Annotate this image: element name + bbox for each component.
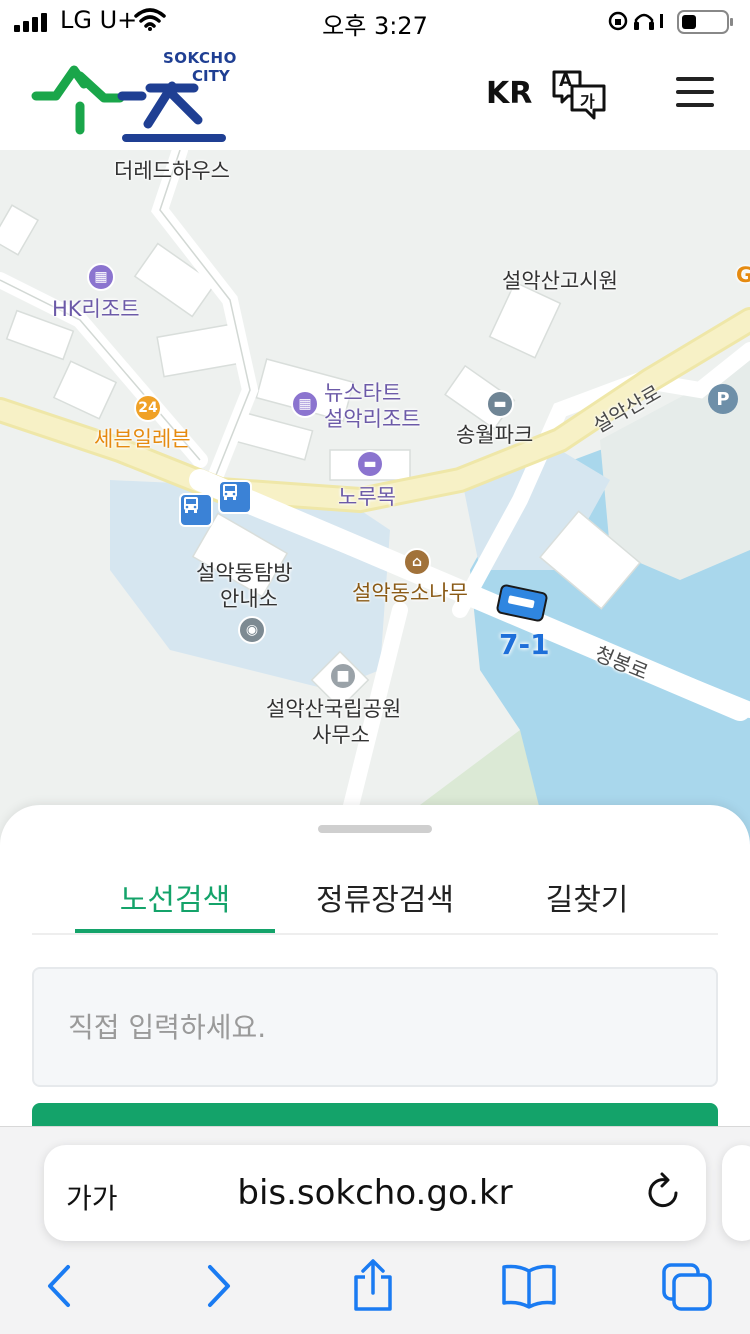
map-label-park-office-line1[interactable]: 설악산국립공원 — [266, 696, 401, 722]
map-label-hk-resort[interactable]: HK리조트 — [52, 296, 140, 322]
map-label-songwol-park[interactable]: 송월파크 — [456, 422, 533, 448]
bus-route-number[interactable]: 7-1 — [499, 628, 550, 661]
logo-sokcho-text: SOKCHO — [163, 49, 237, 67]
parking-icon[interactable]: P — [708, 384, 738, 414]
app-header: SOKCHO CITY KR A 가 — [0, 40, 750, 150]
map-label-tourist-info-line2[interactable]: 안내소 — [220, 586, 278, 612]
landmark-icon: ⌂ — [403, 548, 431, 576]
map-label-newstart-line1[interactable]: 뉴스타트 — [324, 380, 401, 406]
translate-icon[interactable]: A 가 — [550, 68, 608, 126]
map-label-seorak-sonamu[interactable]: 설악동소나무 — [352, 580, 468, 606]
search-box — [32, 967, 718, 1087]
translate-letter-a: A — [559, 71, 573, 91]
url-text[interactable]: bis.sokcho.go.kr — [44, 1173, 706, 1213]
back-icon[interactable] — [44, 1263, 74, 1313]
route-map[interactable]: 더레드하우스 ▦ HK리조트 24 세븐일레븐 ▦ 뉴스타트 설악리조트 ▬ 노… — [0, 150, 750, 850]
sokcho-city-logo[interactable]: SOKCHO CITY — [30, 46, 240, 146]
tab-directions[interactable]: 길찾기 — [487, 875, 687, 919]
search-tabs: 노선검색 정류장검색 길찾기 — [32, 865, 718, 935]
map-label-the-red-house: 더레드하우스 — [114, 159, 230, 183]
tab-route-search[interactable]: 노선검색 — [75, 875, 275, 919]
next-tab-preview[interactable] — [722, 1145, 750, 1241]
map-label-seorak-gosiwon[interactable]: 설악산고시원 — [502, 268, 618, 294]
bed-icon: ▬ — [356, 450, 384, 478]
bus-stop-icon[interactable] — [218, 480, 252, 514]
address-bar[interactable]: 가가 bis.sokcho.go.kr — [44, 1145, 706, 1241]
share-icon[interactable] — [350, 1257, 396, 1317]
forward-icon[interactable] — [204, 1263, 234, 1313]
browser-toolbar: 가가 bis.sokcho.go.kr — [0, 1126, 750, 1334]
status-bar: LG U+ 오후 3:27 — [0, 0, 750, 40]
language-label[interactable]: KR — [486, 76, 532, 111]
tab-stop-search[interactable]: 정류장검색 — [285, 875, 485, 919]
status-right-icons — [608, 8, 736, 40]
route-search-input[interactable] — [34, 969, 716, 1085]
map-label-tourist-info-line1[interactable]: 설악동탐방 — [196, 560, 293, 586]
convenience-store-icon: 24 — [134, 394, 162, 422]
bus-stop-icon[interactable] — [179, 493, 213, 527]
bed-icon: ▬ — [486, 390, 514, 418]
sheet-drag-handle[interactable] — [318, 825, 432, 833]
bookmarks-icon[interactable] — [500, 1263, 558, 1313]
active-tab-indicator — [75, 929, 275, 933]
map-label-park-office-line2[interactable]: 사무소 — [312, 722, 370, 748]
map-label-newstart-line2[interactable]: 설악리조트 — [324, 406, 421, 432]
resort-icon: ▦ — [291, 390, 319, 418]
hamburger-menu-icon[interactable] — [676, 76, 714, 112]
tabs-icon[interactable] — [660, 1261, 714, 1317]
translate-letter-ga: 가 — [580, 92, 595, 111]
camera-icon: ◉ — [238, 616, 266, 644]
reload-icon[interactable] — [646, 1171, 682, 1215]
search-sheet: 노선검색 정류장검색 길찾기 — [0, 805, 750, 1165]
logo-city-text: CITY — [192, 67, 230, 85]
map-label-norumok[interactable]: 노루목 — [338, 484, 396, 510]
map-label-seven-eleven[interactable]: 세븐일레븐 — [94, 426, 191, 452]
hotel-icon: ▦ — [87, 263, 115, 291]
map-label-partial: G — [736, 263, 750, 287]
office-icon: ■ — [329, 662, 357, 690]
